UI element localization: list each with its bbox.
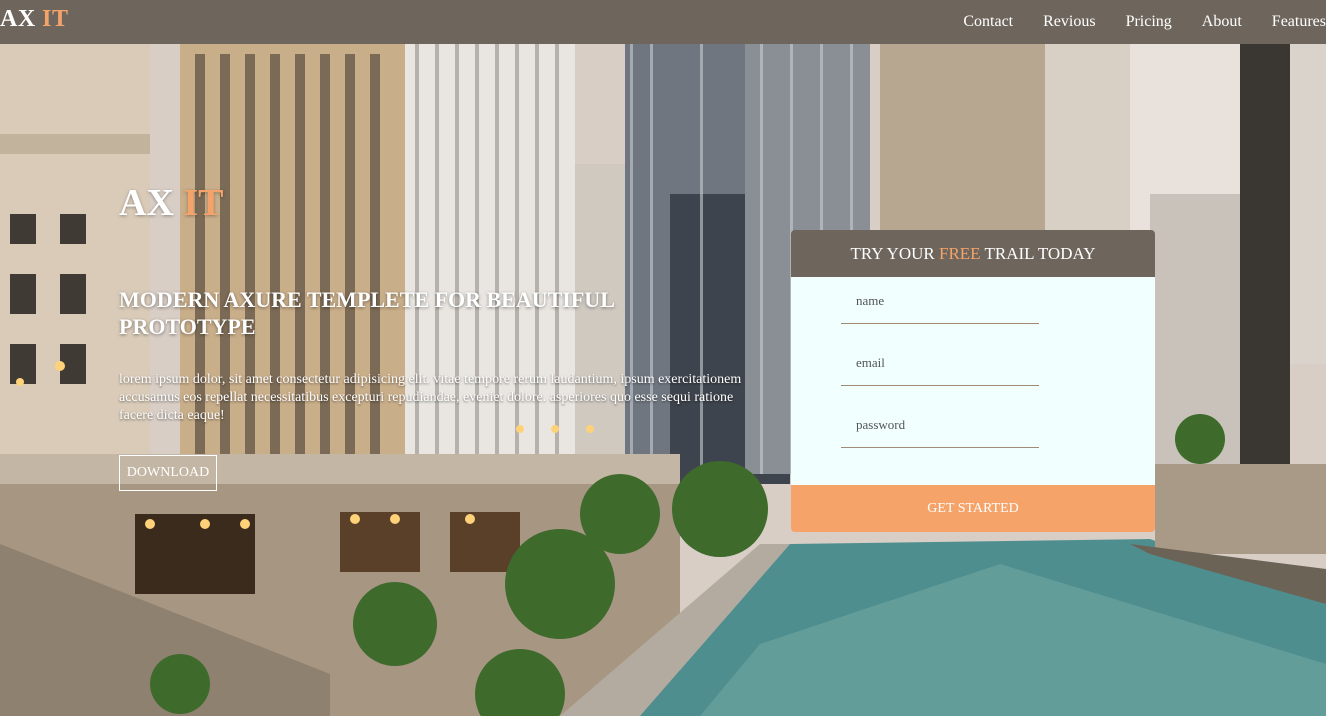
- signup-card: TRY YOUR FREE TRAIL TODAY GET STARTED: [791, 230, 1155, 532]
- top-navbar: AX IT Contact Revious Pricing About Feat…: [0, 0, 1326, 44]
- nav-link-features[interactable]: Features: [1272, 13, 1326, 31]
- brand-logo-accent: IT: [42, 6, 69, 32]
- signup-header-text-before: TRY YOUR: [850, 244, 939, 263]
- brand-logo[interactable]: AX IT: [0, 6, 69, 33]
- password-input[interactable]: [841, 402, 1039, 448]
- hero-title: MODERN AXURE TEMPLETE FOR BEAUTIFUL PROT…: [119, 287, 614, 339]
- nav-link-about[interactable]: About: [1202, 13, 1242, 31]
- get-started-button[interactable]: GET STARTED: [791, 485, 1155, 532]
- signup-header-text-after: TRAIL TODAY: [980, 244, 1096, 263]
- nav-link-contact[interactable]: Contact: [963, 13, 1013, 31]
- download-button[interactable]: DOWNLOAD: [119, 455, 217, 491]
- email-input[interactable]: [841, 340, 1039, 386]
- hero-description: lorem ipsum dolor, sit amet consectetur …: [119, 372, 742, 423]
- brand-logo-main: AX: [0, 6, 36, 32]
- signup-card-body: [791, 277, 1155, 485]
- signup-card-header: TRY YOUR FREE TRAIL TODAY: [791, 230, 1155, 277]
- name-input[interactable]: [841, 278, 1039, 324]
- hero-logo-accent: IT: [183, 182, 224, 224]
- nav-link-pricing[interactable]: Pricing: [1126, 13, 1172, 31]
- nav-link-revious[interactable]: Revious: [1043, 13, 1095, 31]
- nav-links: Contact Revious Pricing About Features: [933, 0, 1326, 44]
- signup-header-accent: FREE: [938, 244, 981, 263]
- hero-logo: AX IT: [119, 181, 224, 225]
- hero-logo-main: AX: [119, 182, 174, 224]
